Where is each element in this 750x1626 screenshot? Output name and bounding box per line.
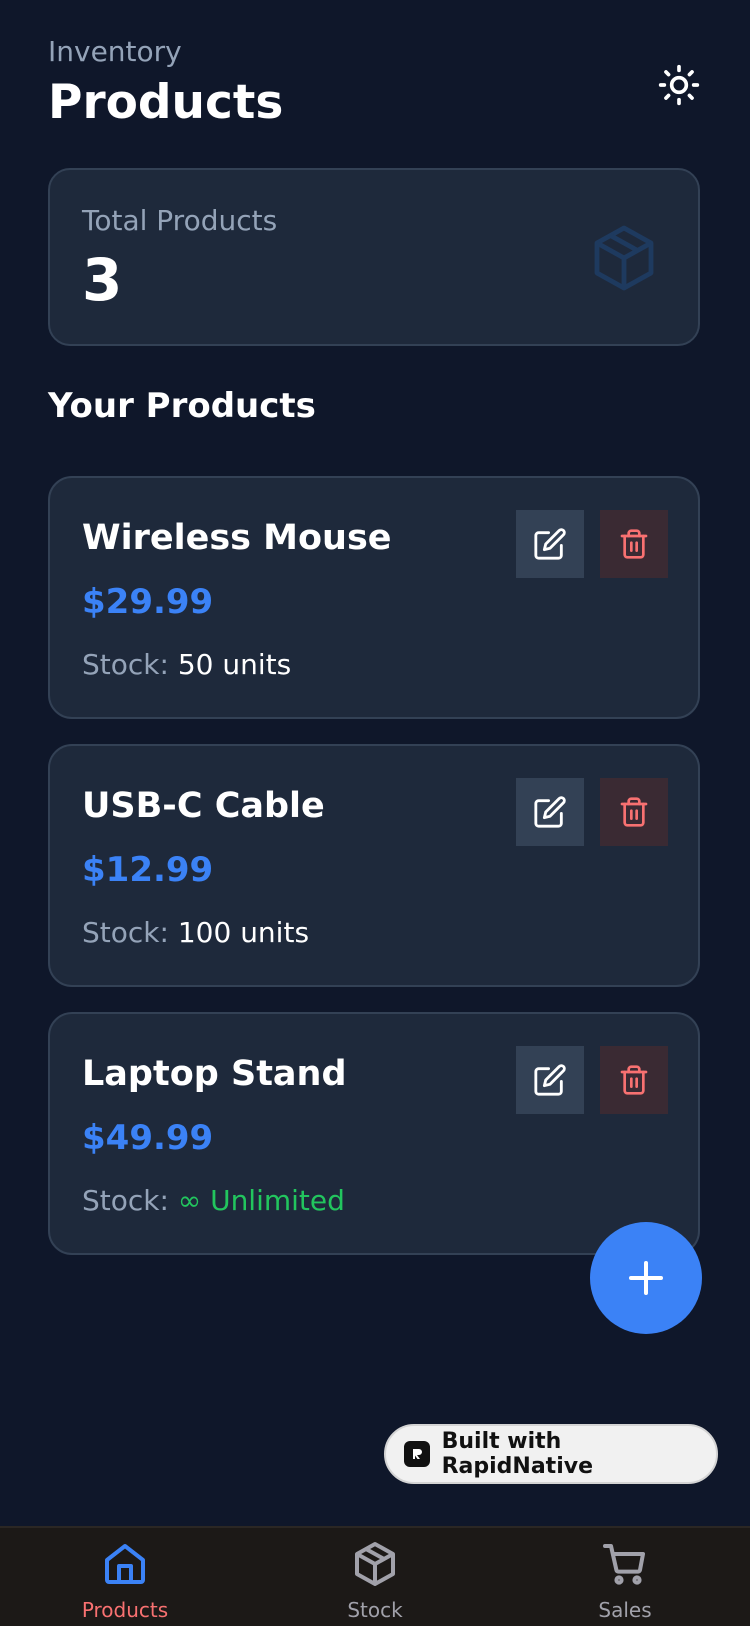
tab-label: Sales [598,1598,652,1622]
bottom-tab-bar: Products Stock Sales [0,1526,750,1626]
product-card: Laptop Stand $49.99 Stock: ∞ Unlimited [48,1012,700,1255]
theme-toggle-button[interactable] [652,58,706,112]
product-stock: Stock: 100 units [82,916,309,949]
sun-icon [658,64,700,106]
product-price: $49.99 [82,1118,214,1158]
stock-unlimited: ∞ Unlimited [177,1184,345,1217]
page-header: Inventory Products [48,34,283,134]
stock-label: Stock: [82,1184,169,1217]
trash-icon [620,529,648,559]
total-products-value: 3 [82,246,123,314]
edit-icon [534,528,566,560]
product-price: $12.99 [82,850,214,890]
tab-stock[interactable]: Stock [295,1540,455,1622]
page-eyebrow: Inventory [48,35,182,68]
tab-sales[interactable]: Sales [545,1540,705,1622]
home-icon [105,1544,145,1584]
stock-value: 100 units [177,916,310,949]
product-name: USB-C Cable [82,786,325,826]
edit-icon [534,1064,566,1096]
edit-icon [534,796,566,828]
add-product-button[interactable] [590,1222,702,1334]
total-products-label: Total Products [82,204,278,237]
product-card: Wireless Mouse $29.99 Stock: 50 units [48,476,700,719]
stock-label: Stock: [82,916,169,949]
package-icon [594,225,654,291]
delete-button[interactable] [600,1046,668,1114]
stock-value: 50 units [177,648,292,681]
delete-button[interactable] [600,510,668,578]
plus-icon [629,1261,663,1295]
tab-label: Products [81,1598,169,1622]
tab-label: Stock [347,1598,403,1622]
page-title: Products [48,75,284,130]
product-name: Wireless Mouse [82,518,392,558]
section-title: Your Products [48,386,316,426]
package-icon [355,1542,395,1586]
product-card: USB-C Cable $12.99 Stock: 100 units [48,744,700,987]
product-stock: Stock: ∞ Unlimited [82,1184,345,1217]
badge-text: Built with RapidNative [441,1429,593,1479]
rapidnative-logo-icon [404,1441,430,1467]
delete-button[interactable] [600,778,668,846]
edit-button[interactable] [516,1046,584,1114]
stock-label: Stock: [82,648,169,681]
total-products-card: Total Products 3 [48,168,700,346]
product-stock: Stock: 50 units [82,648,291,681]
cart-icon [603,1544,645,1585]
trash-icon [620,1065,648,1095]
built-with-badge[interactable]: Built with RapidNative [384,1424,718,1484]
edit-button[interactable] [516,510,584,578]
product-name: Laptop Stand [82,1054,347,1094]
product-price: $29.99 [82,582,214,622]
edit-button[interactable] [516,778,584,846]
trash-icon [620,797,648,827]
tab-products[interactable]: Products [45,1540,205,1622]
